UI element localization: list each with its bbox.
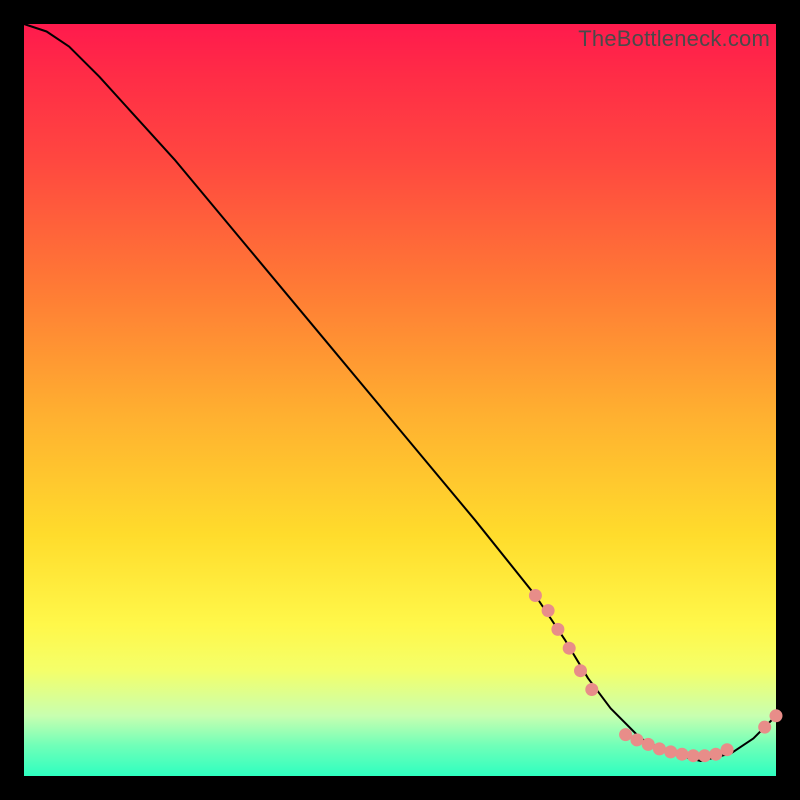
data-marker	[630, 733, 643, 746]
data-marker	[721, 743, 734, 756]
data-marker	[770, 709, 783, 722]
data-marker	[529, 589, 542, 602]
data-marker	[585, 683, 598, 696]
data-marker	[676, 748, 689, 761]
data-marker	[574, 664, 587, 677]
data-marker	[687, 749, 700, 762]
marker-group	[529, 589, 783, 762]
data-marker	[563, 642, 576, 655]
data-marker	[542, 604, 555, 617]
bottleneck-curve	[24, 24, 776, 761]
chart-frame: TheBottleneck.com	[24, 24, 776, 776]
data-marker	[551, 623, 564, 636]
data-marker	[653, 742, 666, 755]
data-marker	[642, 738, 655, 751]
data-marker	[698, 749, 711, 762]
data-marker	[709, 748, 722, 761]
data-marker	[664, 745, 677, 758]
chart-svg	[24, 24, 776, 776]
data-marker	[619, 728, 632, 741]
data-marker	[758, 721, 771, 734]
